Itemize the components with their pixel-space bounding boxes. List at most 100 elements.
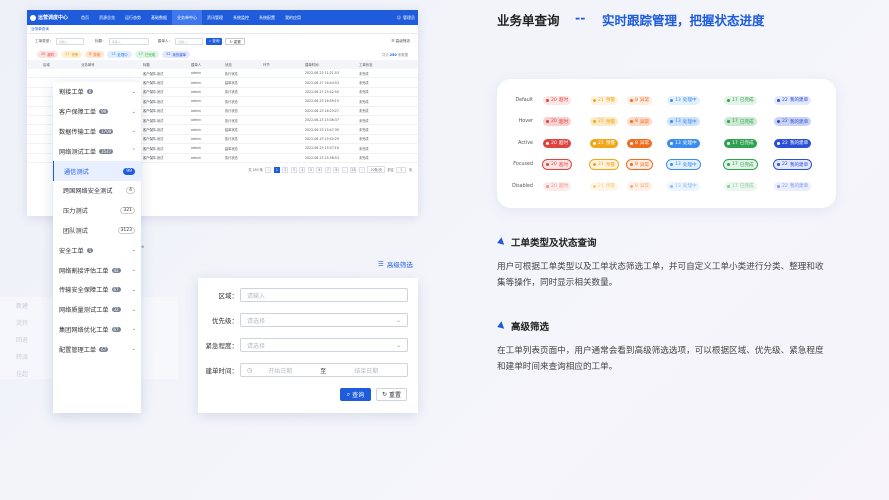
goto-input[interactable]: 1 [396,166,407,173]
dropdown-item[interactable]: 传输安全保障工单 67 ⌄ [53,280,141,300]
advanced-filter-link[interactable]: ☰ 高级筛选 [391,39,410,44]
region-input[interactable]: 请输入 [240,288,408,302]
state-chip[interactable]: 17 已完成 [724,138,757,148]
table-row[interactable]: 客户保障-测试 admin 执行状态 2022-06-23 11:21:53 未完成 [27,69,418,79]
dropdown-item[interactable]: 配置管理工单 67 ⌄ [53,339,141,359]
page-button[interactable]: 8 [333,166,340,173]
query-button[interactable]: ⌕ 查询 [206,37,223,45]
nav-item-situation[interactable]: 运行态势 [120,10,146,25]
dropdown-item[interactable]: 安全工单 5 ⌄ [53,240,141,260]
state-chip[interactable]: 22 我的建单 [774,160,812,170]
status-dot-icon [593,98,596,102]
dropdown-item[interactable]: 集团网络优化工单 67 ⌄ [53,320,141,340]
state-chip[interactable]: 22 我的建单 [774,95,812,105]
reset-button[interactable]: ↻ 重置 [225,37,245,45]
state-chip[interactable]: 21 预警 [590,95,619,105]
title-input[interactable]: 请输入 [108,37,149,45]
state-chip[interactable]: 17 已完成 [724,160,757,170]
page-button[interactable]: 5 [307,166,314,173]
form-query-button[interactable]: ⌕ 查询 [340,388,371,401]
state-chip[interactable]: 17 已完成 [724,95,757,105]
nav-item-news[interactable]: 资讯管理 [202,10,228,25]
page-subtitle: 实时跟踪管理，把握状态进度 [602,13,765,28]
status-cell: 建单状态 [225,81,238,86]
tab-orders-query[interactable]: 业务单查询 [27,25,418,34]
state-chip[interactable]: 21 预警 [590,138,619,148]
creator-input[interactable]: 请输入 [175,37,204,45]
dropdown-item[interactable]: 网络测试工单 3547 ⌃ [53,141,141,161]
date-range-picker[interactable]: ◷ 开始日期 至 结束日期 [240,363,408,377]
page-button[interactable]: 6 [316,166,323,173]
prev-page-button[interactable]: ‹ [265,166,272,173]
page-button[interactable]: 25 [350,166,357,173]
dropdown-item[interactable]: 网络割接评估工单 42 ⌄ [53,260,141,280]
state-chip[interactable]: 8 异常 [627,95,653,105]
dropdown-item-label: 割接工单 [59,89,84,97]
state-chip[interactable]: 22 我的建单 [774,117,812,127]
advanced-filter-toggle[interactable]: ☰ 高级筛选 [378,259,413,269]
page-button[interactable]: 7 [324,166,331,173]
dropdown-item-count: 67 [99,346,109,352]
status-dot-icon [546,141,549,145]
state-chip[interactable]: 22 我的建单 [774,138,812,148]
dropdown-item[interactable]: 数据传输工单 1709 ⌄ [53,122,141,142]
end-date-placeholder: 结束日期 [354,367,379,375]
state-chip[interactable]: 20 超时 [543,95,572,105]
status-chip[interactable]: 8 异常 [85,50,105,58]
page-button[interactable]: 3 [290,166,297,173]
type-input[interactable]: 请输入 [55,37,84,45]
state-chip[interactable]: 21 预警 [590,160,619,170]
column-header: 建单时间 [305,63,319,67]
state-chip-label: 处理中 [682,184,697,190]
state-chip[interactable]: 20 超时 [543,160,572,170]
priority-select[interactable]: 请选择 ⌄ [240,313,408,327]
nav-item-monitor[interactable]: 系统监控 [228,10,254,25]
nav-item-resources[interactable]: 资源总览 [94,10,120,25]
nav-item-basedata[interactable]: 基础数据 [146,10,172,25]
state-chip[interactable]: 13 处理中 [667,138,700,148]
state-chip[interactable]: 8 异常 [627,117,653,127]
state-chip[interactable]: 8 异常 [627,160,653,170]
urgency-select[interactable]: 请选择 ⌄ [240,338,408,352]
page-size-select[interactable]: 10条/页 [367,166,385,174]
state-chip[interactable]: 13 处理中 [667,117,700,127]
nav-item-apps[interactable]: 我的应用 [280,10,306,25]
nav-item-orders[interactable]: 业务单中心 [172,10,203,25]
page-button[interactable]: 1 [273,166,280,173]
dropdown-item-count: 3547 [99,148,114,154]
state-chip-label: 我的建单 [789,162,809,168]
dropdown-subitem[interactable]: 团队测试 3123 [53,221,141,241]
user-menu[interactable]: ☺ 管理员 [397,15,415,21]
status-chip[interactable]: 20 超时 [37,50,59,58]
state-chip[interactable]: 21 预警 [590,117,619,127]
page-button[interactable]: ... [341,166,348,173]
nav-item-config[interactable]: 系统配置 [254,10,280,25]
status-chip[interactable]: 13 处理中 [107,50,132,58]
state-chip[interactable]: 8 异常 [627,138,653,148]
state-chip[interactable]: 13 处理中 [667,95,700,105]
form-reset-button[interactable]: ↻ 重置 [376,388,407,401]
dropdown-subitem[interactable]: 压力测试 321 [53,201,141,221]
dropdown-item[interactable]: 网络质量测试工单 32 ⌄ [53,300,141,320]
state-chip-label: 预警 [605,119,616,125]
dropdown-subitem[interactable]: 跨国网络安全测试 4 [53,181,141,201]
page-button[interactable]: 4 [299,166,306,173]
dropdown-subitem[interactable]: 通信测试 99 [53,161,141,181]
ghost-item: 转派 [16,354,29,361]
state-chip[interactable]: 20 超时 [543,138,572,148]
collapse-handle-icon[interactable]: ◂ [141,244,144,250]
title-cell: 客户保障-测试 [143,99,164,104]
status-chip[interactable]: 22 我的建单 [162,50,191,58]
dropdown-item[interactable]: 割接工单 6 ⌄ [53,82,141,102]
nav-item-home[interactable]: 首页 [76,10,94,25]
next-page-button[interactable]: › [358,166,365,173]
state-chip[interactable]: 20 超时 [543,117,572,127]
dropdown-item[interactable]: 客户保障工单 99 ⌄ [53,102,141,122]
state-chip-count: 21 [598,97,604,103]
page-button[interactable]: 2 [282,166,289,173]
state-chip[interactable]: 17 已完成 [724,117,757,127]
status-chip[interactable]: 21 预警 [61,50,83,58]
status-chip[interactable]: 17 已完成 [134,50,160,58]
state-chip[interactable]: 13 处理中 [667,160,700,170]
ghost-item: 回退 [16,337,29,344]
